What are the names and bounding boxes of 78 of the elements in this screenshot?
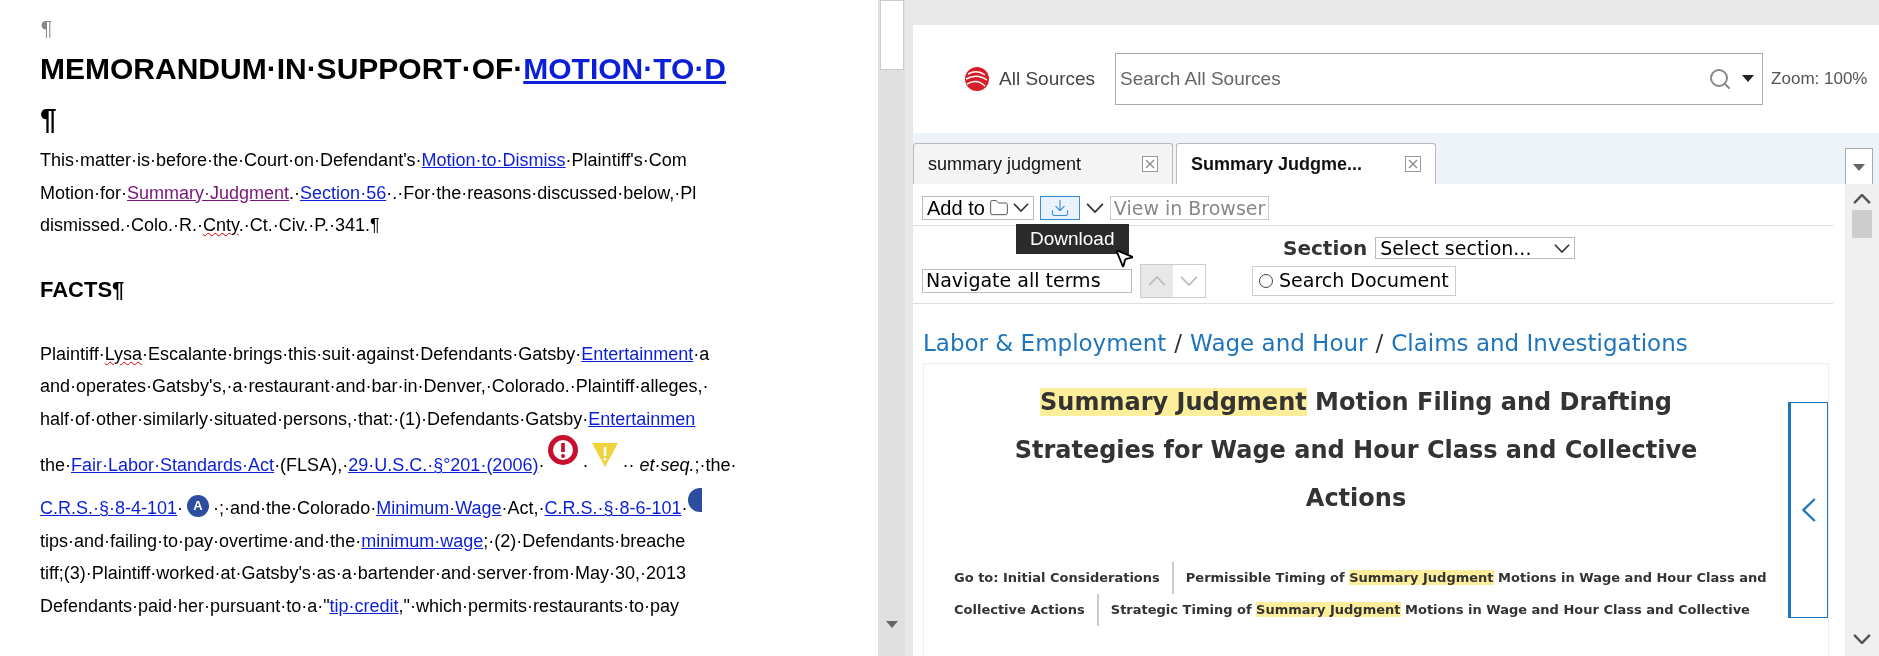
- cursor-icon: [1113, 247, 1135, 269]
- search-field[interactable]: Search All Sources: [1120, 64, 1709, 94]
- document-link[interactable]: Motion·to·Dismiss: [421, 150, 566, 170]
- tooltip: Download: [1016, 224, 1129, 254]
- document-link[interactable]: Minimum·Wage: [376, 498, 502, 518]
- breadcrumb-link[interactable]: Labor & Employment: [923, 330, 1167, 356]
- document-line: half·of·other·similarly·situated·persons,·that:·(1)·Defendants·Gatsby·Entertainmen: [40, 407, 696, 431]
- scroll-down-icon[interactable]: [885, 621, 898, 628]
- chevron-left-icon: [1802, 496, 1816, 523]
- chevron-down-icon: [1554, 243, 1571, 253]
- document-line: Defendants·paid·her·pursuant·to·a·"tip·credit,"·which·permits·restaurants·to·pay: [40, 594, 680, 618]
- scope-label[interactable]: All Sources: [999, 64, 1096, 94]
- breadcrumb-separator: /: [1174, 330, 1183, 356]
- scroll-up-icon[interactable]: [1853, 194, 1871, 204]
- side-panel-toggle[interactable]: [1788, 401, 1828, 618]
- dropdown-arrow-icon[interactable]: [1742, 75, 1755, 83]
- section-heading: FACTS¶: [40, 275, 125, 304]
- navigate-select[interactable]: Navigate all terms: [922, 268, 1132, 293]
- breadcrumb-link[interactable]: Claims and Investigations: [1391, 330, 1688, 356]
- document-link[interactable]: 29·U.S.C.·§°201·(2006): [348, 455, 539, 475]
- breadcrumb-separator: /: [1375, 330, 1384, 356]
- chevron-down-icon[interactable]: [1085, 202, 1104, 213]
- document-title: MEMORANDUM·IN·SUPPORT·OF·MOTION·TO·D: [40, 51, 727, 87]
- view-in-browser-button[interactable]: View in Browser: [1109, 195, 1270, 220]
- download-button[interactable]: [1039, 195, 1080, 220]
- document-link[interactable]: Entertainment: [581, 343, 694, 364]
- goto-link[interactable]: Strategic Timing of Summary Judgment Motions in Wage and Hour Class and Collective: [1110, 599, 1750, 620]
- document-link[interactable]: tip·credit: [329, 595, 399, 616]
- document-tab[interactable]: Summary Judgme...: [1176, 143, 1436, 184]
- document-scrollbar[interactable]: [878, 0, 905, 656]
- document-line: dismissed.·Colo.·R.·Cnty.·Ct.·Civ.·P.·341.¶: [40, 214, 380, 237]
- goto-link[interactable]: Collective Actions: [954, 599, 1085, 620]
- document-link[interactable]: C.R.S.·§·8-4-101: [40, 498, 178, 518]
- dropdown-arrow-icon: [1853, 163, 1865, 172]
- document-title: ¶: [40, 101, 57, 137]
- document-line: and·operates·Gatsby's,·a·restaurant·and·bar·in·Denver,·Colorado.·Plaintiff·alleges,·: [40, 375, 709, 398]
- close-icon[interactable]: [1405, 156, 1421, 172]
- download-icon: [1049, 197, 1070, 218]
- goto-link[interactable]: Permissible Timing of Summary Judgment Motions in Wage and Hour Class and: [1185, 567, 1767, 588]
- document-link[interactable]: Entertainmen: [588, 408, 696, 429]
- document-line: C.R.S.·§·8-4-101· A ·;·and·the·Colorado·Minimum·Wage·Act,·C.R.S.·§·8-6-101·: [40, 488, 702, 525]
- status-badge[interactable]: A: [187, 494, 210, 517]
- paragraph-mark: ¶: [40, 16, 53, 43]
- document-line: the·Fair·Labor·Standards·Act·(FLSA),·29·U.S.C.·§°201·(2006)· · ·· et·seq.;·the·: [40, 435, 737, 488]
- document-link[interactable]: Section·56: [300, 182, 387, 203]
- chevron-down-icon: [1180, 275, 1198, 286]
- document-line: tips·and·failing·to·pay·overtime·and·the·minimum·wage;·(2)·Defendants·breache: [40, 529, 686, 553]
- vertical-scrollbar[interactable]: [1845, 184, 1879, 656]
- document-link[interactable]: C.R.S.·§·8-6-101: [544, 498, 682, 518]
- chevron-down-icon: [1012, 203, 1029, 212]
- close-icon[interactable]: [1142, 156, 1158, 172]
- add-to-button[interactable]: Add to: [922, 195, 1034, 220]
- search-box[interactable]: Search All Sources: [1115, 53, 1764, 105]
- zoom-label: Zoom: 100%: [1771, 68, 1868, 91]
- goto-link[interactable]: Go to: Initial Considerations: [954, 567, 1160, 588]
- document-line: This·matter·is·before·the·Court·on·Defendant's·Motion·to·Dismiss·Plaintiff's·Com: [40, 149, 687, 172]
- alert-icon[interactable]: [548, 435, 579, 465]
- scrollbar-thumb[interactable]: [879, 0, 904, 70]
- article-title: Summary Judgment Motion Filing and Drafting Strategies for Wage and Hour Class and Collective Actions: [1013, 386, 1699, 514]
- search-document-option[interactable]: Search Document: [1252, 265, 1456, 296]
- section-label: Section: [1283, 235, 1368, 262]
- document-link[interactable]: Summary·Judgment: [127, 182, 290, 203]
- search-icon[interactable]: [1708, 67, 1733, 91]
- document-link[interactable]: minimum·wage: [361, 530, 484, 551]
- document-link[interactable]: MOTION·TO·D: [523, 52, 727, 85]
- status-badge-icon[interactable]: [687, 488, 702, 512]
- logo-icon: [963, 65, 991, 93]
- breadcrumb-link[interactable]: Wage and Hour: [1190, 330, 1368, 356]
- document-line: Motion·for·Summary·Judgment.·Section·56·.·For·the·reasons·discussed·below,·Pl: [40, 181, 697, 205]
- document-line: Plaintiff·Lysa·Escalante·brings·this·suit·against·Defendants·Gatsby·Entertainment·a: [40, 342, 710, 366]
- folder-icon: [988, 197, 1009, 218]
- section-select[interactable]: Select section...: [1375, 237, 1576, 259]
- scrollbar-thumb[interactable]: [1852, 210, 1872, 238]
- document-line: tiff;(3)·Plaintiff·worked·at·Gatsby's·as·a·bartender·and·server·from·May·30,·2013: [40, 562, 686, 585]
- document-tab[interactable]: summary judgment: [913, 143, 1173, 184]
- chevron-up-icon: [1148, 275, 1166, 286]
- scroll-down-icon[interactable]: [1853, 634, 1871, 644]
- document-link[interactable]: Fair·Labor·Standards·Act: [71, 455, 275, 475]
